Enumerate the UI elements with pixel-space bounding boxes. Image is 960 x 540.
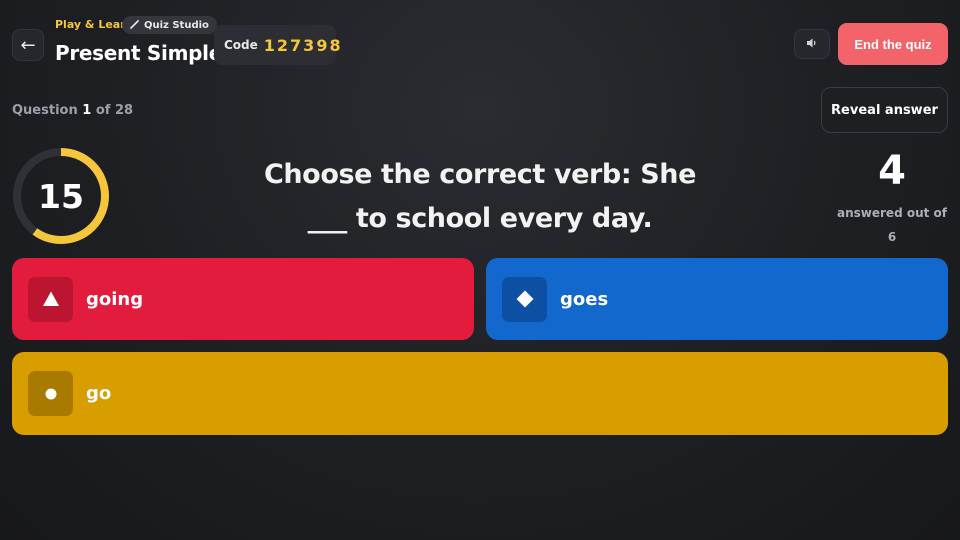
answer-option-1[interactable]: going xyxy=(12,258,474,340)
sound-toggle-button[interactable] xyxy=(794,29,830,59)
game-code-label: Code xyxy=(224,38,258,52)
question-counter-prefix: Question xyxy=(12,103,78,118)
arrow-left-icon: ← xyxy=(20,34,36,56)
game-code: Code 127398 xyxy=(214,25,341,65)
answered-total: 6 xyxy=(887,230,897,244)
quiz-studio-badge[interactable]: Quiz Studio xyxy=(122,16,217,34)
answer-option-2-label: goes xyxy=(560,288,609,310)
answer-option-3[interactable]: go xyxy=(12,352,948,435)
answered-count: 4 xyxy=(878,148,906,194)
quiz-host-screen: ← Play & Learn Quiz Studio Present Simpl… xyxy=(0,0,960,540)
answered-label: answered out of xyxy=(837,206,947,220)
question-text: Choose the correct verb: She ___ to scho… xyxy=(250,153,710,241)
quiz-studio-label: Quiz Studio xyxy=(144,19,209,31)
triangle-icon xyxy=(28,276,73,322)
answer-option-1-label: going xyxy=(86,288,144,310)
answer-option-3-label: go xyxy=(86,383,112,404)
speaker-icon xyxy=(806,37,818,52)
game-code-value: 127398 xyxy=(263,35,343,55)
question-text-line-2: ___ to school every day. xyxy=(307,203,653,234)
diamond-icon xyxy=(502,276,547,322)
wand-icon xyxy=(130,19,140,32)
quiz-title: Present Simple xyxy=(55,41,222,65)
question-total: of 28 xyxy=(95,103,134,118)
answered-caption: answered out of 6 xyxy=(836,201,948,249)
answer-option-2[interactable]: goes xyxy=(486,258,948,340)
question-text-line-1: Choose the correct verb: She xyxy=(263,159,697,190)
countdown-timer: 15 xyxy=(12,147,110,245)
reveal-answer-button[interactable]: Reveal answer xyxy=(821,87,948,133)
question-current: 1 xyxy=(82,103,92,118)
question-counter: Question 1 of 28 xyxy=(12,103,133,118)
back-button[interactable]: ← xyxy=(12,29,44,61)
timer-value: 15 xyxy=(38,176,84,216)
circle-icon xyxy=(28,371,73,416)
end-quiz-button[interactable]: End the quiz xyxy=(838,23,948,65)
